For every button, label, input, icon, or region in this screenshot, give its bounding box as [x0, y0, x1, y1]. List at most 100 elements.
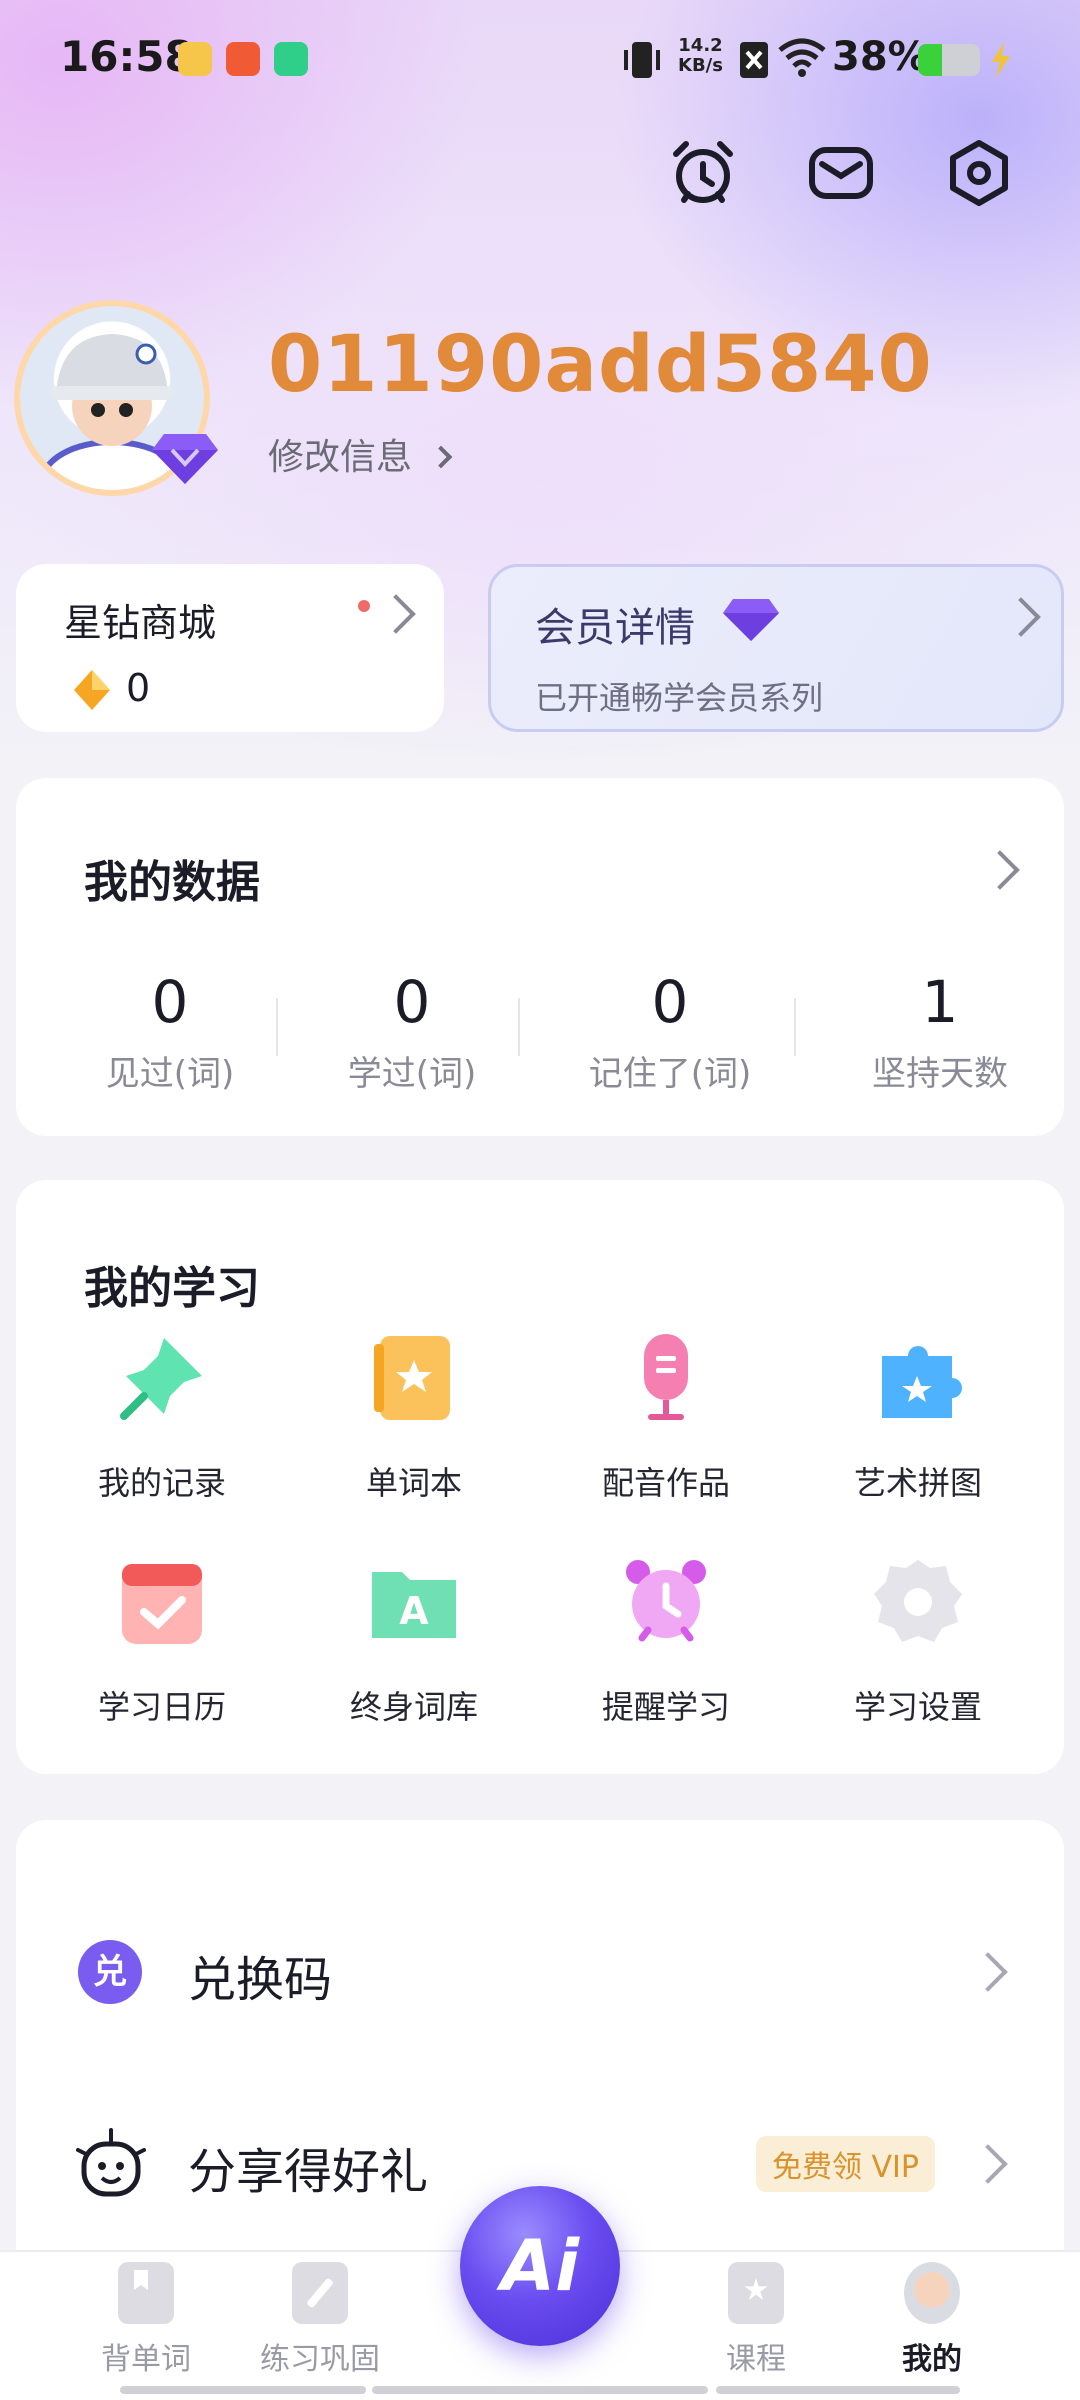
redeem-icon-text: 兑: [93, 1952, 127, 1992]
app-notification-icon: [226, 42, 260, 76]
stat-remembered-words: 0 记住了(词): [550, 968, 790, 1095]
tool-label: 我的记录: [97, 1464, 226, 1502]
vibrate-icon: [624, 42, 660, 78]
battery-level: [918, 44, 942, 76]
divider: [794, 998, 796, 1056]
avatar-icon: [904, 2262, 960, 2324]
nav-label: 课程: [726, 2342, 786, 2377]
app-notification-icon: [178, 42, 212, 76]
tool-art-puzzle[interactable]: 艺术拼图: [792, 1330, 1044, 1504]
diamond-badge-icon: [152, 434, 218, 484]
redeem-icon: 兑: [78, 1940, 142, 2004]
nav-label: 练习巩固: [260, 2342, 380, 2377]
microphone-icon: [644, 1334, 688, 1420]
membership-details-card[interactable]: 会员详情 已开通畅学会员系列: [488, 564, 1064, 732]
battery-percentage: 38%: [832, 34, 928, 80]
no-sim-icon: [740, 42, 768, 78]
chevron-right-icon: [376, 594, 416, 634]
chevron-right-icon: [968, 1952, 1008, 1992]
notebook-icon: [374, 1336, 450, 1420]
star-diamond-shop-card[interactable]: 星钻商城 0: [16, 564, 444, 732]
pencil-icon: [292, 2262, 348, 2324]
edit-profile-link[interactable]: 修改信息: [268, 428, 453, 480]
settings-icon[interactable]: [944, 138, 1014, 208]
tool-vocab-book[interactable]: 单词本: [288, 1330, 540, 1504]
edit-profile-label: 修改信息: [268, 437, 413, 478]
network-speed: 14.2 KB/s: [678, 36, 723, 76]
star-diamond-icon: [74, 670, 110, 710]
network-speed-unit: KB/s: [678, 55, 723, 76]
tool-label: 学习日历: [97, 1688, 226, 1726]
folder-icon: A: [372, 1572, 456, 1638]
my-study-card: 我的学习 我的记录 单词本 配音作品 艺术拼图 学习日历 A 终身词库 提醒学习…: [16, 1180, 1064, 1774]
tool-lifetime-lexicon[interactable]: A 终身词库: [288, 1554, 540, 1728]
stat-label: 学过(词): [347, 1054, 477, 1094]
charging-icon: [992, 42, 1010, 78]
my-study-title: 我的学习: [84, 1263, 260, 1314]
tool-label: 提醒学习: [601, 1688, 730, 1726]
stat-value: 0: [651, 968, 689, 1036]
app-notification-icon: [274, 42, 308, 76]
tool-label: 配音作品: [601, 1464, 730, 1502]
bookmark-book-icon: [118, 2262, 174, 2324]
ai-label: Ai: [500, 2225, 580, 2307]
chevron-right-icon: [980, 850, 1020, 890]
alarm-clock-icon[interactable]: [668, 138, 738, 208]
menu-label: 兑换码: [188, 1952, 333, 2008]
my-data-card[interactable]: 我的数据 0 见过(词) 0 学过(词) 0 记住了(词) 1 坚持天数: [16, 778, 1064, 1136]
username: 01190add5840: [268, 320, 933, 410]
gear-icon: [874, 1560, 962, 1642]
nav-tab-courses[interactable]: 课程: [666, 2262, 846, 2378]
scroll-indicator: [716, 2386, 960, 2394]
pin-icon: [120, 1338, 202, 1420]
mail-icon[interactable]: [806, 138, 876, 208]
divider: [518, 998, 520, 1056]
calendar-icon: [122, 1564, 202, 1644]
scroll-indicator: [372, 2386, 708, 2394]
star-book-icon: [728, 2262, 784, 2324]
smiley-gift-icon: [76, 2128, 146, 2197]
battery-icon: [918, 44, 980, 76]
tool-label: 学习设置: [853, 1688, 982, 1726]
shop-title: 星钻商城: [64, 601, 217, 645]
nav-tab-memorize-words[interactable]: 背单词: [56, 2262, 236, 2378]
tool-study-reminder[interactable]: 提醒学习: [540, 1554, 792, 1728]
status-time: 16:58: [60, 32, 194, 81]
menu-label: 分享得好礼: [188, 2144, 429, 2200]
stat-streak-days: 1 坚持天数: [820, 968, 1060, 1095]
nav-label: 背单词: [101, 2342, 191, 2377]
scroll-indicator: [120, 2386, 366, 2394]
chevron-right-icon: [968, 2144, 1008, 2184]
free-vip-badge: 免费领 VIP: [756, 2136, 935, 2192]
stat-label: 坚持天数: [872, 1054, 1008, 1094]
nav-tab-mine[interactable]: 我的: [842, 2262, 1022, 2378]
stat-seen-words: 0 见过(词): [50, 968, 290, 1095]
status-bar: 16:58 14.2 KB/s 38%: [0, 28, 1080, 88]
divider: [276, 998, 278, 1056]
tool-study-settings[interactable]: 学习设置: [792, 1554, 1044, 1728]
diamond-icon: [723, 599, 779, 641]
stat-value: 0: [393, 968, 431, 1036]
chevron-right-icon: [1001, 597, 1041, 637]
network-speed-value: 14.2: [678, 35, 723, 56]
tool-label: 艺术拼图: [853, 1464, 982, 1502]
wifi-icon: [778, 38, 826, 77]
ai-assistant-button[interactable]: Ai: [460, 2186, 620, 2346]
tool-my-records[interactable]: 我的记录: [36, 1330, 288, 1504]
nav-tab-practice[interactable]: 练习巩固: [230, 2262, 410, 2378]
svg-text:A: A: [399, 1589, 429, 1633]
membership-title: 会员详情: [535, 605, 695, 651]
notification-dot: [358, 600, 370, 612]
menu-item-redeem-code[interactable]: 兑 兑换码: [16, 1910, 1064, 2030]
shop-balance: 0: [126, 666, 151, 710]
nav-label: 我的: [902, 2342, 962, 2377]
stat-label: 见过(词): [105, 1054, 235, 1094]
alarm-icon: [626, 1560, 706, 1642]
tool-study-calendar[interactable]: 学习日历: [36, 1554, 288, 1728]
my-data-title: 我的数据: [84, 857, 260, 908]
stat-value: 0: [151, 968, 189, 1036]
membership-subtitle: 已开通畅学会员系列: [535, 679, 824, 717]
stat-label: 记住了(词): [588, 1054, 752, 1094]
puzzle-icon: [882, 1346, 962, 1418]
tool-dubbing-works[interactable]: 配音作品: [540, 1330, 792, 1504]
